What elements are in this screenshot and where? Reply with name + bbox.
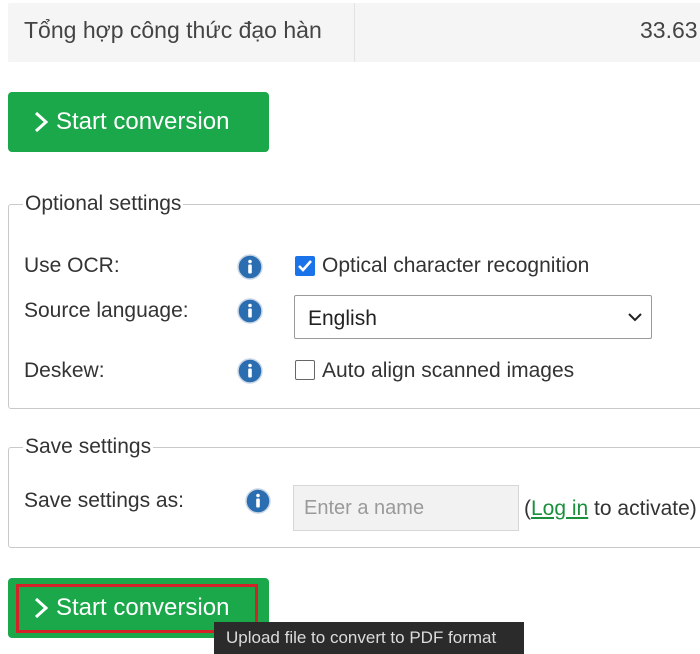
chevron-down-icon [628, 313, 642, 322]
login-link[interactable]: Log in [531, 497, 588, 520]
start-conversion-label: Start conversion [56, 108, 230, 135]
info-icon[interactable] [245, 488, 271, 514]
deskew-option-label[interactable]: Auto align scanned images [322, 359, 574, 383]
source-language-value: English [308, 307, 377, 330]
optional-settings-legend: Optional settings [25, 192, 182, 215]
deskew-label: Deskew: [24, 359, 105, 382]
deskew-checkbox[interactable] [295, 360, 315, 380]
column-divider [354, 3, 355, 62]
check-icon [298, 260, 312, 272]
file-row: Tổng hợp công thức đạo hàn 33.63 [8, 3, 700, 62]
login-hint: (Log in to activate) [524, 497, 697, 521]
ocr-checkbox[interactable] [295, 256, 315, 276]
settings-name-input[interactable] [293, 485, 519, 531]
file-size: 33.63 [640, 17, 698, 43]
paren-open: ( [524, 497, 531, 520]
save-settings-as-label: Save settings as: [24, 489, 184, 512]
use-ocr-label: Use OCR: [24, 254, 120, 277]
info-icon[interactable] [237, 358, 263, 384]
source-language-label: Source language: [24, 299, 189, 322]
file-name: Tổng hợp công thức đạo hàn [24, 17, 322, 43]
save-settings-legend: Save settings [25, 435, 152, 458]
tooltip: Upload file to convert to PDF format [214, 622, 524, 654]
chevron-right-icon [34, 111, 49, 133]
start-conversion-label: Start conversion [56, 594, 230, 621]
chevron-right-icon [34, 597, 49, 619]
ocr-option-label[interactable]: Optical character recognition [322, 254, 589, 278]
start-conversion-button-top[interactable]: Start conversion [8, 92, 269, 152]
info-icon[interactable] [237, 254, 263, 280]
activate-text: to activate) [588, 497, 697, 520]
source-language-select[interactable]: English [294, 295, 652, 339]
info-icon[interactable] [237, 298, 263, 324]
